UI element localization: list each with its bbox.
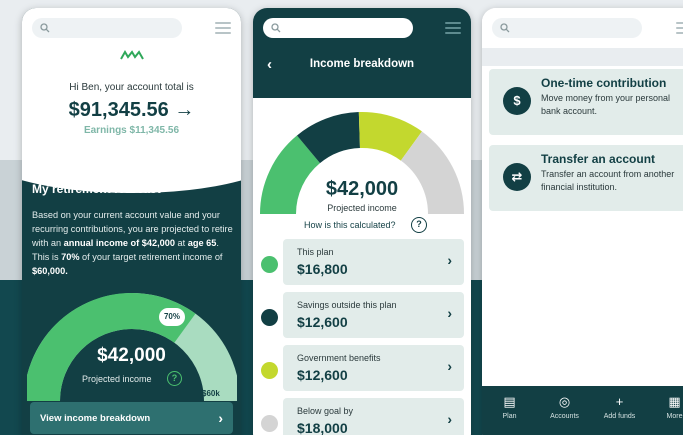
gauge-segment-2 xyxy=(358,111,422,161)
projected-income-amount: $42,000 xyxy=(97,345,166,366)
row-label: This plan xyxy=(297,247,334,257)
gauge-segment-1 xyxy=(297,112,361,164)
chevron-right-icon: › xyxy=(447,305,452,321)
legend-dot-savings-outside xyxy=(261,309,278,326)
tab-label: Plan xyxy=(502,413,517,420)
grid-icon: ▦ xyxy=(668,394,681,409)
phone-add-funds: $ One-time contribution Move money from … xyxy=(482,8,683,435)
action-description: Move money from your personal bank accou… xyxy=(541,93,671,116)
search-icon xyxy=(40,23,50,33)
phone-dashboard: Hi Ben, your account total is $91,345.56… xyxy=(22,8,241,435)
row-value: $12,600 xyxy=(297,367,348,383)
chevron-right-icon: › xyxy=(218,410,223,426)
projected-income-amount: $42,000 xyxy=(325,178,399,200)
tab-more[interactable]: ▦ More xyxy=(647,386,683,435)
brand-logo-icon xyxy=(120,50,144,60)
header-strip xyxy=(482,48,683,66)
one-time-contribution-card[interactable]: $ One-time contribution Move money from … xyxy=(489,69,683,135)
tab-plan[interactable]: ▤ Plan xyxy=(482,386,537,435)
search-input[interactable] xyxy=(263,18,413,38)
search-input[interactable] xyxy=(32,18,182,38)
tab-add-funds[interactable]: + Add funds xyxy=(592,386,647,435)
help-icon[interactable]: ? xyxy=(167,371,182,386)
tab-label: Add funds xyxy=(603,413,636,420)
transfer-account-card[interactable]: ⇄ Transfer an account Transfer an accoun… xyxy=(489,145,683,211)
row-label: Below goal by xyxy=(297,406,354,416)
plus-circle-icon: + xyxy=(615,394,624,409)
search-bar xyxy=(482,8,683,48)
income-breakdown-gauge xyxy=(260,111,465,215)
legend-dot-below-goal xyxy=(261,415,278,432)
legend-dot-government-benefits xyxy=(261,362,278,379)
chevron-right-icon: › xyxy=(447,411,452,427)
hamburger-menu-icon[interactable] xyxy=(215,22,231,34)
row-label: Government benefits xyxy=(297,353,381,363)
search-icon xyxy=(271,23,281,33)
tab-label: More xyxy=(666,413,683,420)
hamburger-menu-icon[interactable] xyxy=(445,22,461,34)
chevron-right-icon: › xyxy=(447,358,452,374)
clipboard-icon: ▤ xyxy=(503,394,516,409)
breakdown-row-government-benefits[interactable]: Government benefits $12,600 › xyxy=(283,345,464,391)
search-icon xyxy=(500,23,510,33)
breakdown-row-savings-outside[interactable]: Savings outside this plan $12,600 › xyxy=(283,292,464,338)
button-label: View income breakdown xyxy=(40,412,151,424)
target-income-label: $60k xyxy=(202,389,220,398)
forecast-title: My retirement forecast xyxy=(32,182,161,196)
action-title: Transfer an account xyxy=(541,152,656,166)
page-title: Income breakdown xyxy=(309,58,415,70)
forecast-description: Based on your current account value and … xyxy=(32,210,233,276)
account-total[interactable]: $91,345.56 → xyxy=(22,99,241,122)
breakdown-row-this-plan[interactable]: This plan $16,800 › xyxy=(283,239,464,285)
row-label: Savings outside this plan xyxy=(297,300,397,310)
how-calculated-link[interactable]: How is this calculated? xyxy=(304,220,396,230)
action-description: Transfer an account from another financi… xyxy=(541,169,675,192)
projected-income-label: Projected income xyxy=(82,374,152,384)
page-header: ‹ Income breakdown xyxy=(253,48,471,98)
coins-icon: ◎ xyxy=(558,394,571,409)
row-value: $18,000 xyxy=(297,420,348,435)
chevron-right-icon: › xyxy=(447,252,452,268)
view-income-breakdown-button[interactable]: View income breakdown › xyxy=(30,402,233,434)
search-bar xyxy=(253,8,471,48)
gauge-percent-badge: 70% xyxy=(158,307,186,327)
breakdown-row-below-goal[interactable]: Below goal by $18,000 › xyxy=(283,398,464,435)
hamburger-menu-icon[interactable] xyxy=(676,22,683,34)
earnings-text: Earnings $11,345.56 xyxy=(83,125,180,136)
row-value: $12,600 xyxy=(297,314,348,330)
help-icon[interactable]: ? xyxy=(411,217,427,233)
projected-income-label: Projected income xyxy=(327,203,397,213)
search-input[interactable] xyxy=(492,18,642,38)
money-bag-icon: $ xyxy=(503,87,531,115)
row-value: $16,800 xyxy=(297,261,348,277)
tab-accounts[interactable]: ◎ Accounts xyxy=(537,386,592,435)
phone-income-breakdown: ‹ Income breakdown $42,000 Projected inc… xyxy=(253,8,471,435)
legend-dot-this-plan xyxy=(261,256,278,273)
action-title: One-time contribution xyxy=(541,76,667,90)
tab-label: Accounts xyxy=(550,413,579,420)
greeting-text: Hi Ben, your account total is xyxy=(69,82,194,93)
transfer-arrows-icon: ⇄ xyxy=(503,163,531,191)
search-bar xyxy=(22,8,241,48)
bottom-tab-bar: ▤ Plan ◎ Accounts + Add funds ▦ More xyxy=(482,386,683,435)
